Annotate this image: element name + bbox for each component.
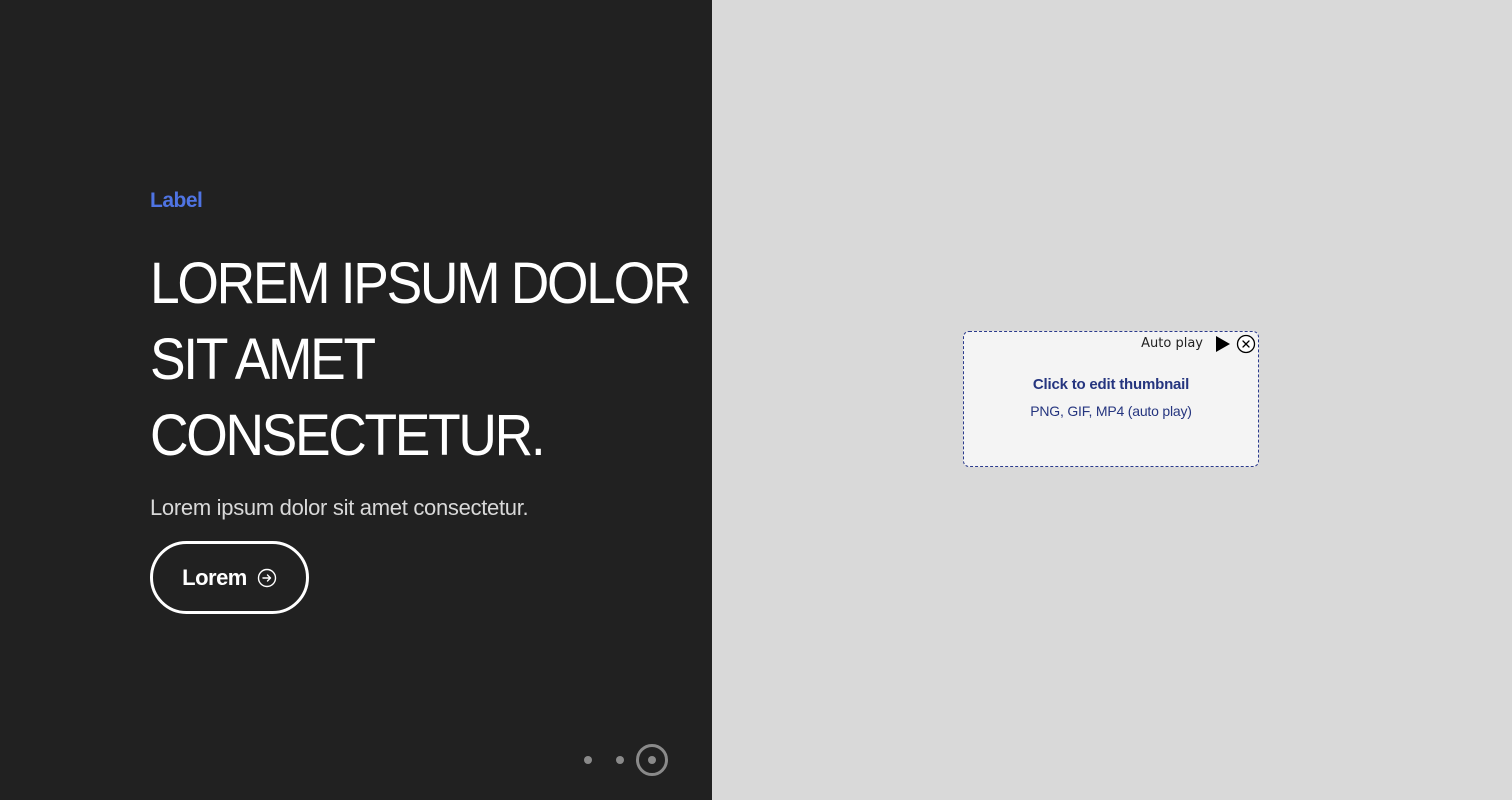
thumbnail-dropzone[interactable]: Auto play Click to edit thumbnail PNG, G… (963, 331, 1259, 467)
hero-headline: LOREM IPSUM DOLOR SIT AMET CONSECTETUR. (150, 246, 691, 474)
pager-dot-1[interactable] (584, 756, 592, 764)
page: Label LOREM IPSUM DOLOR SIT AMET CONSECT… (0, 0, 1512, 800)
cta-button-label: Lorem (182, 564, 247, 590)
cta-button[interactable]: Lorem (150, 541, 309, 614)
hero-panel: Label LOREM IPSUM DOLOR SIT AMET CONSECT… (0, 0, 712, 800)
pager-dot-2[interactable] (616, 756, 624, 764)
hero-subtitle: Lorem ipsum dolor sit amet consectetur. (150, 495, 529, 520)
headline-line: LOREM IPSUM DOLOR (150, 251, 691, 316)
close-icon[interactable] (1236, 334, 1256, 354)
hero-content: Label LOREM IPSUM DOLOR SIT AMET CONSECT… (150, 186, 691, 524)
play-icon[interactable] (1215, 335, 1231, 353)
hero-eyebrow-label: Label (150, 189, 203, 212)
slide-pager (576, 740, 676, 780)
headline-line: SIT AMET (150, 327, 376, 392)
media-panel: Auto play Click to edit thumbnail PNG, G… (712, 0, 1512, 800)
thumbnail-title: Click to edit thumbnail (1032, 376, 1190, 393)
thumbnail-formats: PNG, GIF, MP4 (auto play) (1030, 403, 1192, 419)
pager-dot-3-active[interactable] (636, 744, 668, 776)
headline-line: CONSECTETUR. (150, 403, 546, 468)
arrow-right-circle-icon (257, 568, 277, 588)
autoplay-label: Auto play (1141, 336, 1203, 351)
